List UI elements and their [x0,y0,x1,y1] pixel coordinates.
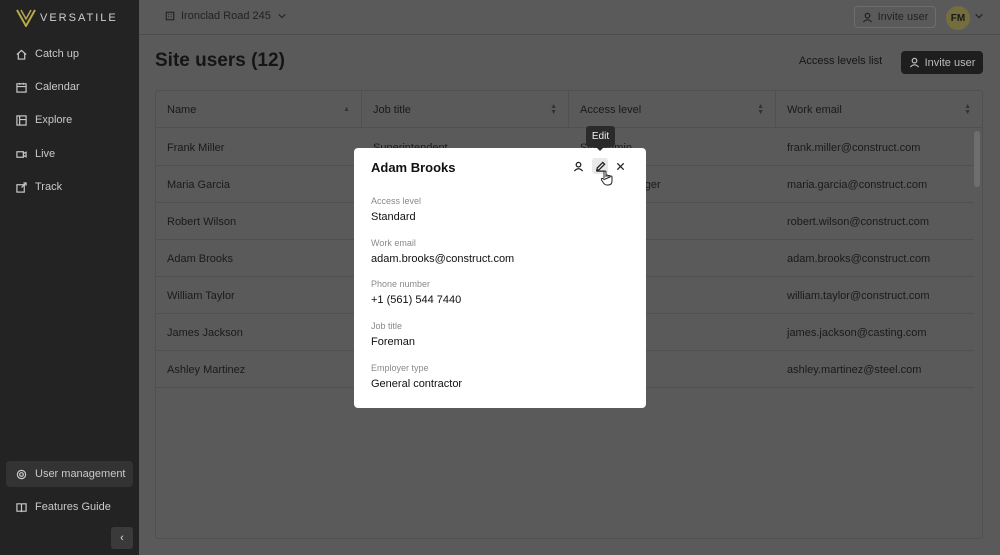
field-label-access-level: Access level [371,196,422,206]
field-label-phone: Phone number [371,279,431,289]
sidebar-item-track[interactable]: Track [6,174,133,200]
chevron-down-icon [278,13,286,19]
column-header-work-email[interactable]: Work email ▲ ▼ [776,91,982,128]
profile-button[interactable] [570,158,586,174]
home-icon [16,49,27,60]
cell-name: Robert Wilson [167,215,237,228]
cell-name: Maria Garcia [167,178,230,191]
cell-work-email: adam.brooks@construct.com [787,252,931,265]
avatar[interactable]: FM [946,6,970,30]
cell-work-email: james.jackson@casting.com [787,326,927,339]
cell-work-email: frank.miller@construct.com [787,141,921,154]
cell-work-email: ashley.martinez@steel.com [787,363,922,376]
edit-tooltip: Edit [586,126,615,151]
chevron-down-icon[interactable] [974,11,984,21]
cell-work-email: william.taylor@construct.com [787,289,930,302]
field-value-phone: +1 (561) 544 7440 [371,294,462,306]
sort-icon[interactable]: ▲ ▼ [964,103,971,116]
sort-icon[interactable]: ▲ ▼ [757,103,764,116]
field-label-work-email: Work email [371,238,416,248]
table-scrollbar[interactable] [974,131,980,187]
close-button[interactable] [612,158,628,174]
cell-name: Frank Miller [167,141,225,154]
invite-label: Invite user [877,11,929,23]
column-header-name[interactable]: Name ▲ [156,91,362,128]
topbar: Ironclad Road 245 Invite user FM [139,0,1000,35]
user-plus-icon [909,57,919,68]
sidebar-item-catch-up[interactable]: Catch up [6,41,133,67]
chevron-left-icon: ‹ [120,532,124,544]
invite-user-button[interactable]: Invite user [901,51,983,74]
site-name: Ironclad Road 245 [181,10,271,22]
cell-name: James Jackson [167,326,243,339]
field-label-employer-type: Employer type [371,363,429,373]
sidebar-item-label: Live [35,148,56,160]
sidebar: VERSATILE Catch up Calendar Explore Live… [0,0,139,555]
track-icon [16,181,27,193]
logo[interactable]: VERSATILE [16,9,118,27]
close-icon [616,162,624,170]
sort-icon[interactable]: ▲ ▼ [550,103,557,116]
gear-icon [16,469,27,479]
sidebar-item-label: Calendar [35,81,80,93]
invite-label: Invite user [924,56,976,69]
topbar-invite-user-button[interactable]: Invite user [854,6,936,28]
sidebar-item-features-guide[interactable]: Features Guide [6,494,133,520]
page-title: Site users (12) [155,50,285,71]
sidebar-item-label: User management [35,468,126,480]
sort-ascending-icon[interactable]: ▲ [343,106,350,113]
cell-name: Ashley Martinez [167,363,246,376]
collapse-sidebar-button[interactable]: ‹ [111,527,133,549]
explore-icon [16,114,27,126]
sidebar-item-explore[interactable]: Explore [6,107,133,133]
user-icon [573,161,583,172]
building-icon [165,11,175,21]
site-selector[interactable]: Ironclad Road 245 [165,10,287,22]
sidebar-item-label: Features Guide [35,501,111,513]
column-header-job-title[interactable]: Job title ▲ ▼ [362,91,569,128]
versatile-logo-icon [16,9,36,27]
cell-name: Adam Brooks [167,252,234,265]
brand-name: VERSATILE [40,12,118,24]
cell-work-email: robert.wilson@construct.com [787,215,929,228]
sidebar-item-calendar[interactable]: Calendar [6,74,133,100]
user-details-modal: Adam Brooks Access level Standard Work e… [354,148,646,408]
sidebar-item-label: Track [35,181,63,193]
sidebar-item-live[interactable]: Live [6,141,133,167]
sidebar-item-label: Explore [35,114,73,126]
cell-work-email: maria.garcia@construct.com [787,178,928,191]
column-header-access-level[interactable]: Access level ▲ ▼ [569,91,776,128]
field-label-job-title: Job title [371,321,403,331]
hand-cursor-icon [600,170,613,186]
sidebar-item-label: Catch up [35,48,80,60]
table-header: Name ▲ Job title ▲ ▼ Access level ▲ ▼ Work… [156,91,982,128]
access-levels-list-button[interactable]: Access levels list [799,55,882,67]
field-value-access-level: Standard [371,211,416,223]
field-value-job-title: Foreman [371,336,416,348]
video-icon [16,150,27,158]
calendar-icon [16,82,27,93]
book-icon [16,502,27,512]
sidebar-item-user-management[interactable]: User management [6,461,133,487]
user-plus-icon [862,12,872,23]
cell-name: William Taylor [167,289,235,302]
field-value-employer-type: General contractor [371,378,463,390]
field-value-work-email: adam.brooks@construct.com [371,253,515,265]
modal-title: Adam Brooks [371,160,456,175]
